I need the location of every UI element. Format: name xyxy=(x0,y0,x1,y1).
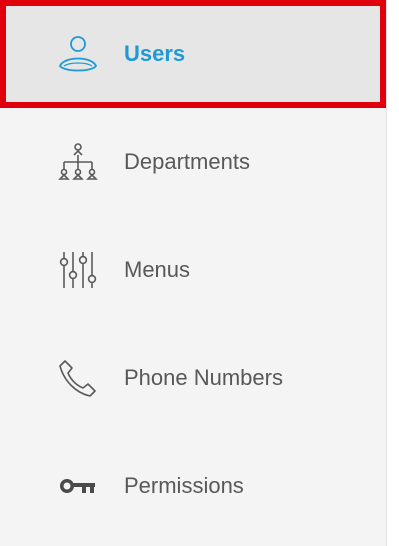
sidebar-item-label: Menus xyxy=(124,257,191,282)
sidebar-item-users[interactable]: Users xyxy=(0,0,386,108)
user-icon xyxy=(56,32,100,76)
sidebar-item-label: Users xyxy=(124,41,186,66)
sidebar-item-departments[interactable]: Departments xyxy=(0,108,386,216)
sidebar-item-phone-numbers[interactable]: Phone Numbers xyxy=(0,324,386,432)
org-chart-icon xyxy=(56,140,100,184)
sidebar-item-label: Phone Numbers xyxy=(124,365,283,390)
sidebar-item-permissions[interactable]: Permissions xyxy=(0,432,386,540)
sidebar-item-label: Departments xyxy=(124,149,250,174)
sliders-icon xyxy=(56,248,100,292)
sidebar-item-label: Permissions xyxy=(124,473,244,498)
sidebar: Users Departments Menus Phone Numbers Pe… xyxy=(0,0,387,546)
phone-icon xyxy=(56,356,100,400)
key-icon xyxy=(56,464,100,508)
sidebar-item-menus[interactable]: Menus xyxy=(0,216,386,324)
